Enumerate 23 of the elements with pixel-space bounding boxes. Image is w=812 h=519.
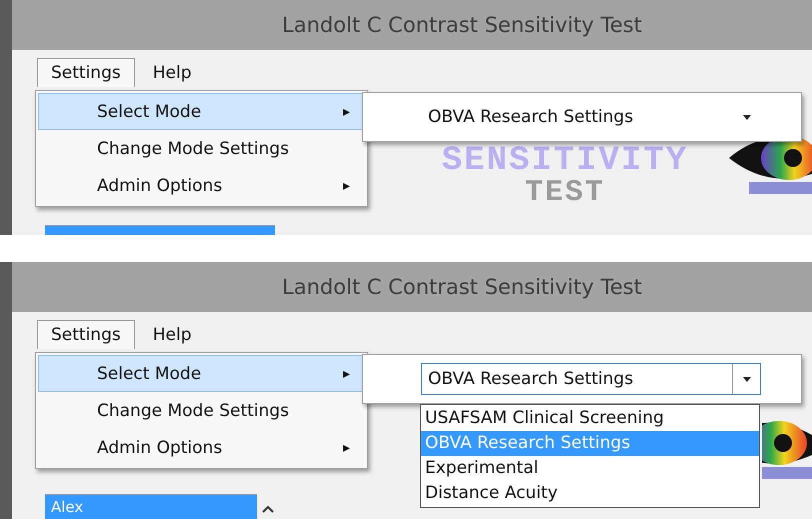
window-title: Landolt C Contrast Sensitivity Test <box>282 275 642 299</box>
scroll-up-icon[interactable] <box>261 504 275 514</box>
caret-icon <box>742 376 750 382</box>
window-title: Landolt C Contrast Sensitivity Test <box>282 13 642 37</box>
menu-item[interactable]: Select Mode ▸ <box>38 93 365 130</box>
caret-icon <box>742 114 750 120</box>
logo-text: TEST <box>524 177 605 209</box>
menu-item[interactable]: Settings <box>37 58 135 87</box>
menu-item[interactable]: Admin Options ▸ <box>38 167 365 204</box>
menu-item[interactable]: Select Mode ▸ <box>38 355 365 392</box>
submenu-arrow: ▸ <box>342 104 350 120</box>
menu-item[interactable]: Change Mode Settings <box>38 392 365 429</box>
menu-item[interactable]: Help <box>138 58 206 87</box>
menu-item[interactable]: Change Mode Settings <box>38 130 365 167</box>
logo-text: SENSITIVITY <box>442 145 688 177</box>
menu-item[interactable]: Settings <box>37 320 135 349</box>
mode-dropdown[interactable]: OBVA Research Settings <box>421 363 761 395</box>
menu-item[interactable]: Help <box>138 320 206 349</box>
mode-dropdown[interactable]: OBVA Research Settings <box>421 101 761 133</box>
submenu-arrow: ▸ <box>342 440 350 456</box>
menu-item[interactable]: Admin Options ▸ <box>38 429 365 466</box>
submenu-arrow: ▸ <box>342 366 350 382</box>
submenu-arrow: ▸ <box>342 178 350 194</box>
